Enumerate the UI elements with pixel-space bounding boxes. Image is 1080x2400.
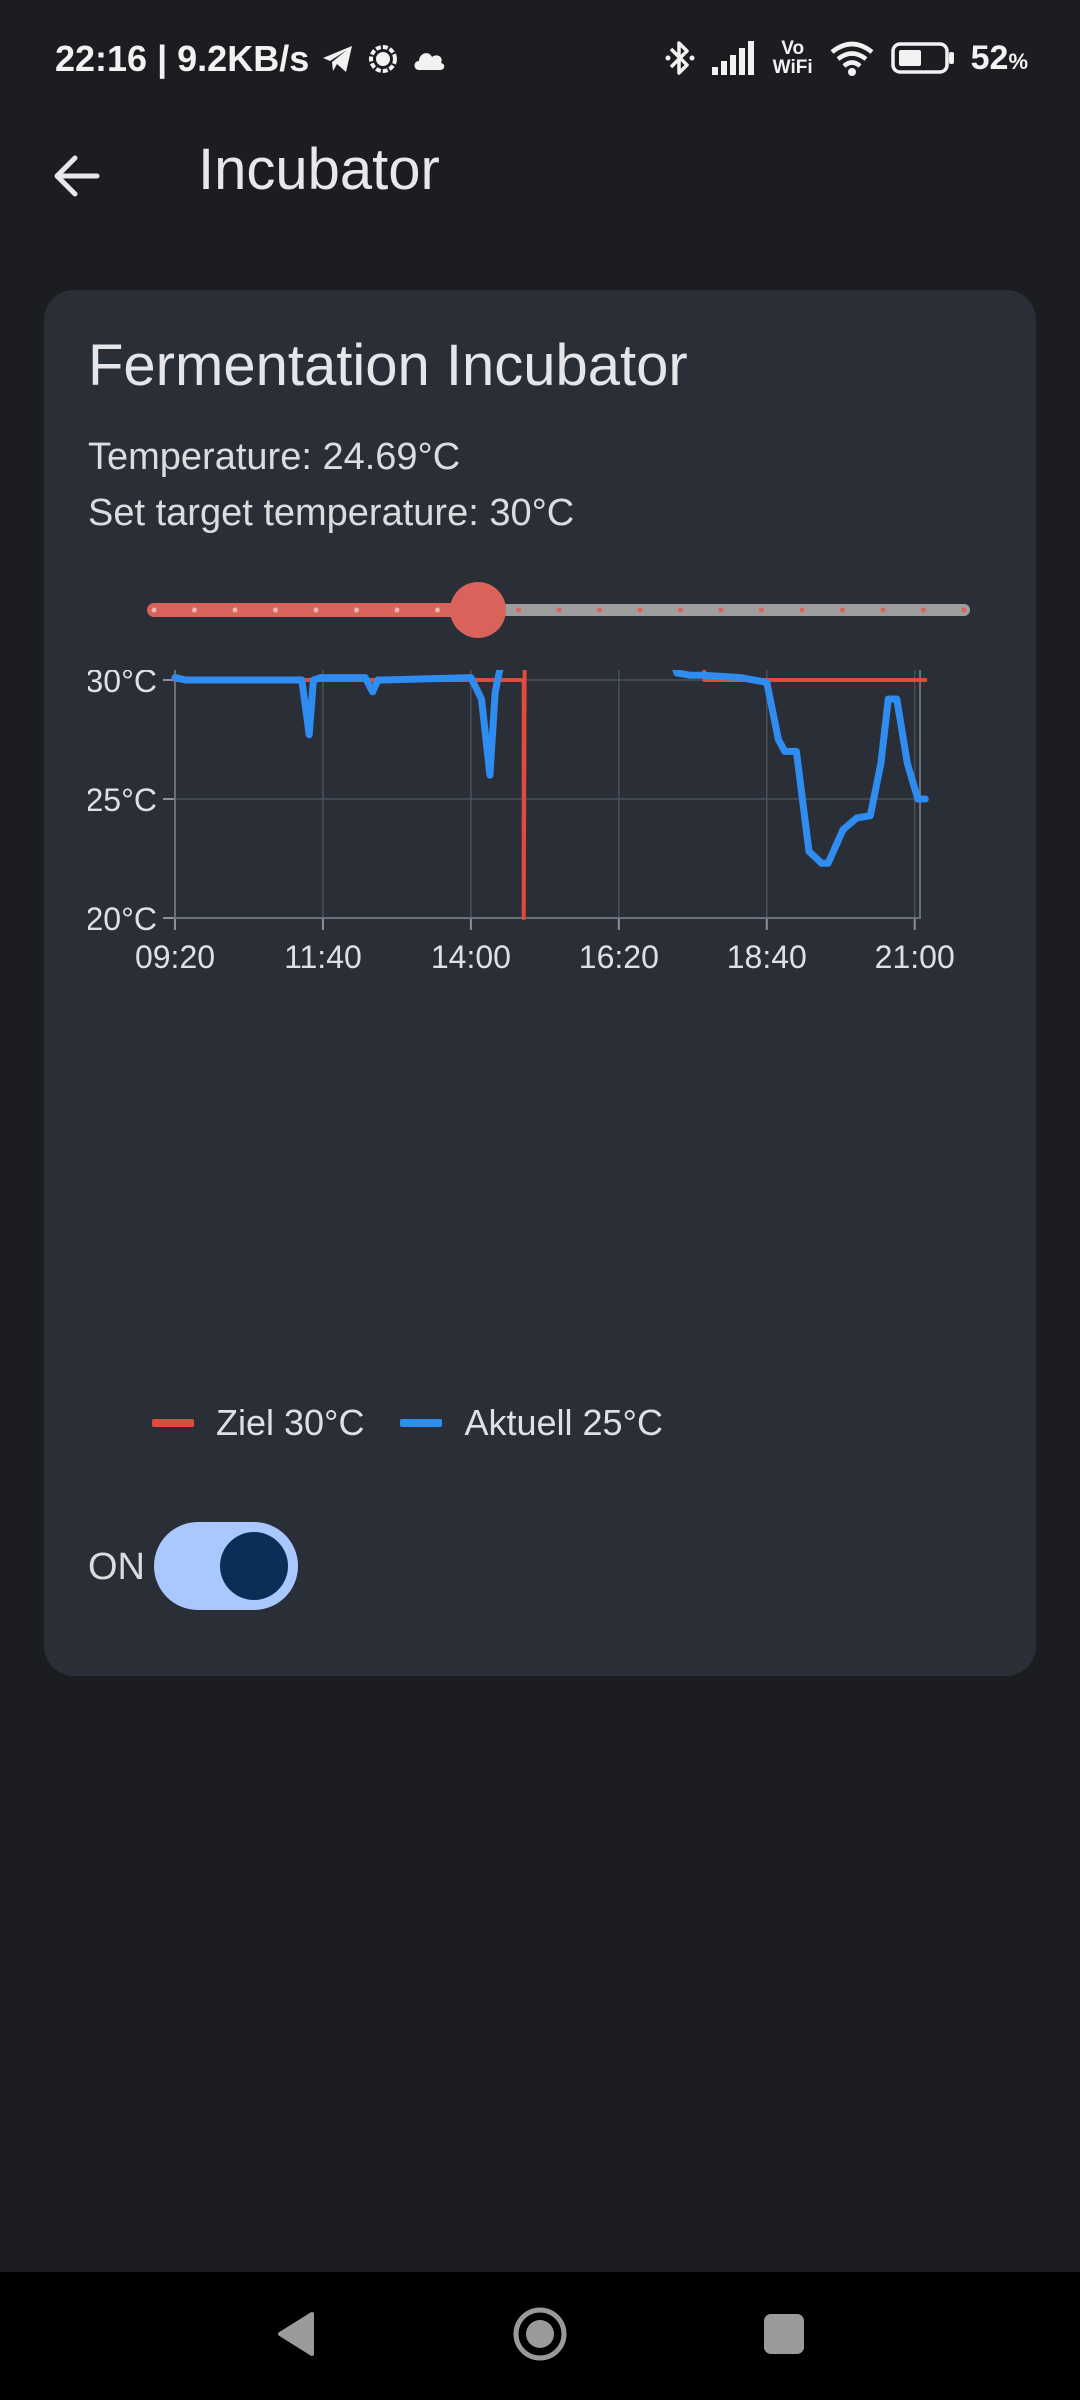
legend-swatch-current [400, 1419, 443, 1427]
slider-tick [354, 607, 359, 613]
slider-tick [313, 607, 319, 613]
cellular-signal-icon [711, 41, 757, 75]
slider-thumb[interactable] [450, 582, 506, 638]
slider-tick [273, 607, 278, 613]
battery-icon [890, 42, 955, 74]
plot-frame [174, 322, 921, 919]
vowifi-top-text: Vo [781, 38, 805, 59]
system-nav-bar [0, 2272, 1080, 2400]
app-bar: Incubator [0, 120, 1080, 220]
slider-tick [556, 607, 562, 613]
slider-tick [718, 607, 724, 613]
y-tick-label: 20°C [88, 901, 157, 937]
temperature-chart-svg: 20°C25°C30°C35°C40°C45°C09:2011:4014:001… [86, 306, 955, 975]
target-temperature-text: Set target temperature: 30°C [88, 492, 575, 534]
switch-label: ON [88, 1546, 145, 1588]
nav-recents-icon [761, 2311, 807, 2362]
x-tick-label: 14:00 [431, 939, 511, 975]
status-time-speed: 22:16 | 9.2KB/s [55, 38, 310, 79]
legend-label-current: Aktuell 25°C [464, 1402, 663, 1443]
slider-tick [394, 607, 400, 613]
temperature-chart: 20°C25°C30°C35°C40°C45°C09:2011:4014:001… [86, 306, 1028, 1395]
nav-back-icon [274, 2310, 318, 2363]
slider-tick [597, 607, 602, 613]
battery-percent-value: 52 [970, 38, 1009, 77]
slider-tick [799, 607, 805, 613]
page-title: Incubator [198, 137, 440, 202]
nav-recents-button[interactable] [748, 2300, 820, 2372]
chart-legend: Ziel 30°C Aktuell 25°C [152, 1402, 699, 1444]
incubator-card: Fermentation Incubator Temperature: 24.6… [44, 290, 1036, 1676]
legend-label-target: Ziel 30°C [216, 1402, 365, 1443]
series-line-target [173, 630, 928, 920]
battery-percent-unit: % [1008, 48, 1028, 74]
status-bar: 22:16 | 9.2KB/s Vo WiFi 52% [0, 0, 1080, 120]
x-tick-label: 18:40 [727, 939, 807, 975]
slider-tick [232, 607, 238, 613]
x-tick-label: 09:20 [135, 939, 215, 975]
vowifi-icon: Vo WiFi [773, 39, 813, 77]
slider-tick [840, 607, 845, 613]
legend-swatch-target [152, 1419, 194, 1427]
signal-app-icon [367, 43, 399, 75]
slider-tick [516, 607, 521, 613]
telegram-icon [321, 44, 355, 74]
slider-tick [637, 607, 643, 613]
nav-back-button[interactable] [260, 2300, 332, 2372]
slider-tick [961, 607, 967, 613]
legend-item-target: Ziel 30°C [152, 1402, 364, 1444]
power-toggle-switch[interactable] [154, 1522, 298, 1610]
slider-tick [759, 607, 764, 613]
series-line-current [171, 619, 929, 867]
slider-tick [880, 607, 886, 613]
target-temperature-slider[interactable] [144, 580, 974, 640]
switch-knob[interactable] [220, 1532, 288, 1600]
wifi-icon [829, 40, 875, 76]
slider-graphic[interactable] [144, 580, 974, 640]
vowifi-bottom-text: WiFi [772, 57, 813, 78]
current-temperature-text: Temperature: 24.69°C [88, 436, 461, 478]
x-tick-label: 11:40 [284, 939, 362, 975]
nav-home-button[interactable] [504, 2300, 576, 2372]
back-button[interactable] [36, 138, 116, 218]
battery-percent: 52% [971, 39, 1028, 78]
bluetooth-icon [665, 38, 695, 78]
x-tick-label: 21:00 [875, 939, 955, 975]
slider-tick [151, 607, 157, 613]
slider-tick [921, 607, 926, 613]
legend-item-current: Aktuell 25°C [400, 1402, 663, 1444]
slider-tick [435, 607, 440, 613]
arrow-back-icon [51, 154, 101, 203]
cloud-icon [411, 46, 447, 72]
status-left: 22:16 | 9.2KB/s [55, 38, 447, 80]
status-right: Vo WiFi 52% [665, 38, 1028, 78]
y-tick-label: 30°C [88, 670, 157, 699]
slider-tick [678, 607, 683, 613]
slider-tick [192, 607, 197, 613]
y-tick-label: 25°C [88, 782, 157, 818]
card-title: Fermentation Incubator [88, 333, 688, 398]
x-tick-label: 16:20 [579, 939, 659, 975]
nav-home-icon [510, 2304, 570, 2369]
